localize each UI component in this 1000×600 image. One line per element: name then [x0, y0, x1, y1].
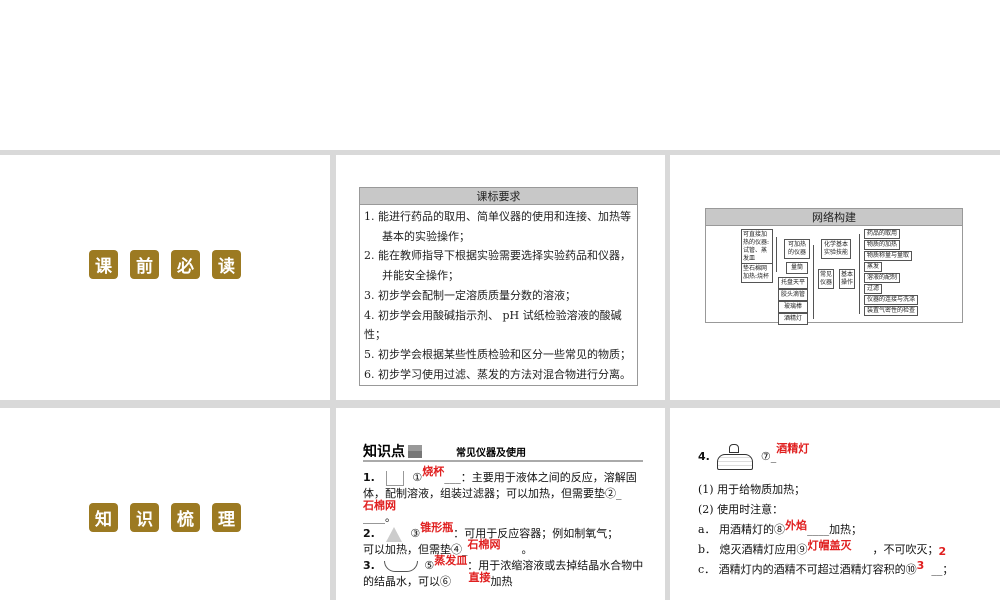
req-line: 5. 初步学会根据某些性质检验和区分一些常见的物质；: [364, 347, 631, 361]
req-line: 性；: [364, 328, 386, 342]
knowledge-points: 1. ①烧杯___：主要用于液体之间的反应，溶解固 体，配制溶液，组装过滤器；可…: [363, 465, 644, 588]
blank-header-area: [0, 0, 1000, 150]
node: 托盘天平: [778, 277, 808, 289]
line-3-continuation: 的结晶水，可以⑥: [363, 575, 451, 588]
section-heading: 知识点: [363, 444, 405, 460]
node: 可直接加热的仪器:试管、蒸发皿: [741, 229, 773, 265]
title-badge: 读: [212, 250, 241, 279]
req-line: 并能安全操作；: [382, 269, 459, 283]
title-badge: 课: [89, 250, 118, 279]
node: 垫石棉网加热:烧杯: [741, 263, 773, 283]
node: 玻璃棒: [778, 301, 808, 313]
slide-thumbnail-2[interactable]: 课标要求 1. 能进行药品的取用、简单仪器的使用和连接、加热等 基本的实验操作；…: [336, 155, 665, 400]
node: 可加热的仪器: [784, 239, 810, 259]
node: 量筒: [786, 262, 808, 274]
node: 仪器的连接与洗涤: [864, 295, 919, 305]
title-badge: 理: [212, 503, 241, 532]
title-badge: 前: [130, 250, 159, 279]
node: 酒精灯: [778, 313, 808, 325]
alcohol-lamp-icon: [717, 444, 754, 470]
node: 常见仪器: [818, 269, 834, 289]
node: 蒸发: [864, 262, 883, 272]
curriculum-requirements-box: 课标要求 1. 能进行药品的取用、简单仪器的使用和连接、加热等 基本的实验操作；…: [359, 187, 638, 386]
knowledge-network-diagram: 网络构建 可直接加热的仪器:试管、蒸发皿 垫石棉网加热:烧杯 可加热的仪器 量筒…: [705, 208, 963, 325]
title-badge: 必: [171, 250, 200, 279]
node: 装置气密性的检查: [864, 306, 919, 316]
req-line: 3. 初步学会配制一定溶质质量分数的溶液；: [364, 288, 576, 302]
slide-thumbnail-4[interactable]: 知 识 梳 理: [0, 408, 330, 600]
slide-thumbnail-1[interactable]: 课 前 必 读: [0, 155, 330, 400]
alcohol-lamp-notes: 4. ⑦_酒精灯 (1) 用于给物质加热； (2) 使用时注意： a． 用酒精灯…: [698, 442, 954, 576]
title-badge: 梳: [171, 503, 200, 532]
node: 胶头滴管: [778, 289, 808, 301]
node: 物质称量与量取: [864, 251, 913, 261]
node: 物质的加热: [864, 240, 901, 250]
req-line: 1. 能进行药品的取用、简单仪器的使用和连接、加热等: [364, 210, 631, 223]
node: 基本操作: [839, 269, 855, 289]
node: 化学基本实验技能: [821, 239, 851, 259]
req-line: 6. 初步学习使用过滤、蒸发的方法对混合物进行分离。: [364, 367, 631, 381]
title-badge: 知: [89, 503, 118, 532]
title-badge: 识: [130, 503, 159, 532]
box-title: 课标要求: [360, 188, 637, 205]
slide-thumbnail-3[interactable]: 网络构建 可直接加热的仪器:试管、蒸发皿 垫石棉网加热:烧杯 可加热的仪器 量筒…: [670, 155, 1000, 400]
node: 过滤: [864, 284, 883, 294]
node: 溶液的配制: [864, 273, 901, 283]
req-line: 2. 能在教师指导下根据实验需要选择实验药品和仪器，: [364, 249, 631, 263]
node: 药品的取用: [864, 229, 901, 239]
section-number-icon: [408, 444, 422, 458]
slide-thumbnail-5[interactable]: 知识点 常见仪器及使用 1. ①烧杯___：主要用于液体之间的反应，溶解固 体，…: [336, 408, 665, 600]
req-line: 4. 初步学会用酸碱指示剂、 pH 试纸检验溶液的酸碱: [364, 308, 622, 322]
box-title: 网络构建: [706, 209, 962, 226]
req-line: 基本的实验操作；: [382, 229, 470, 243]
section-subtitle: 常见仪器及使用: [456, 447, 526, 459]
slide-thumbnail-6[interactable]: 4. ⑦_酒精灯 (1) 用于给物质加热； (2) 使用时注意： a． 用酒精灯…: [670, 408, 1000, 600]
